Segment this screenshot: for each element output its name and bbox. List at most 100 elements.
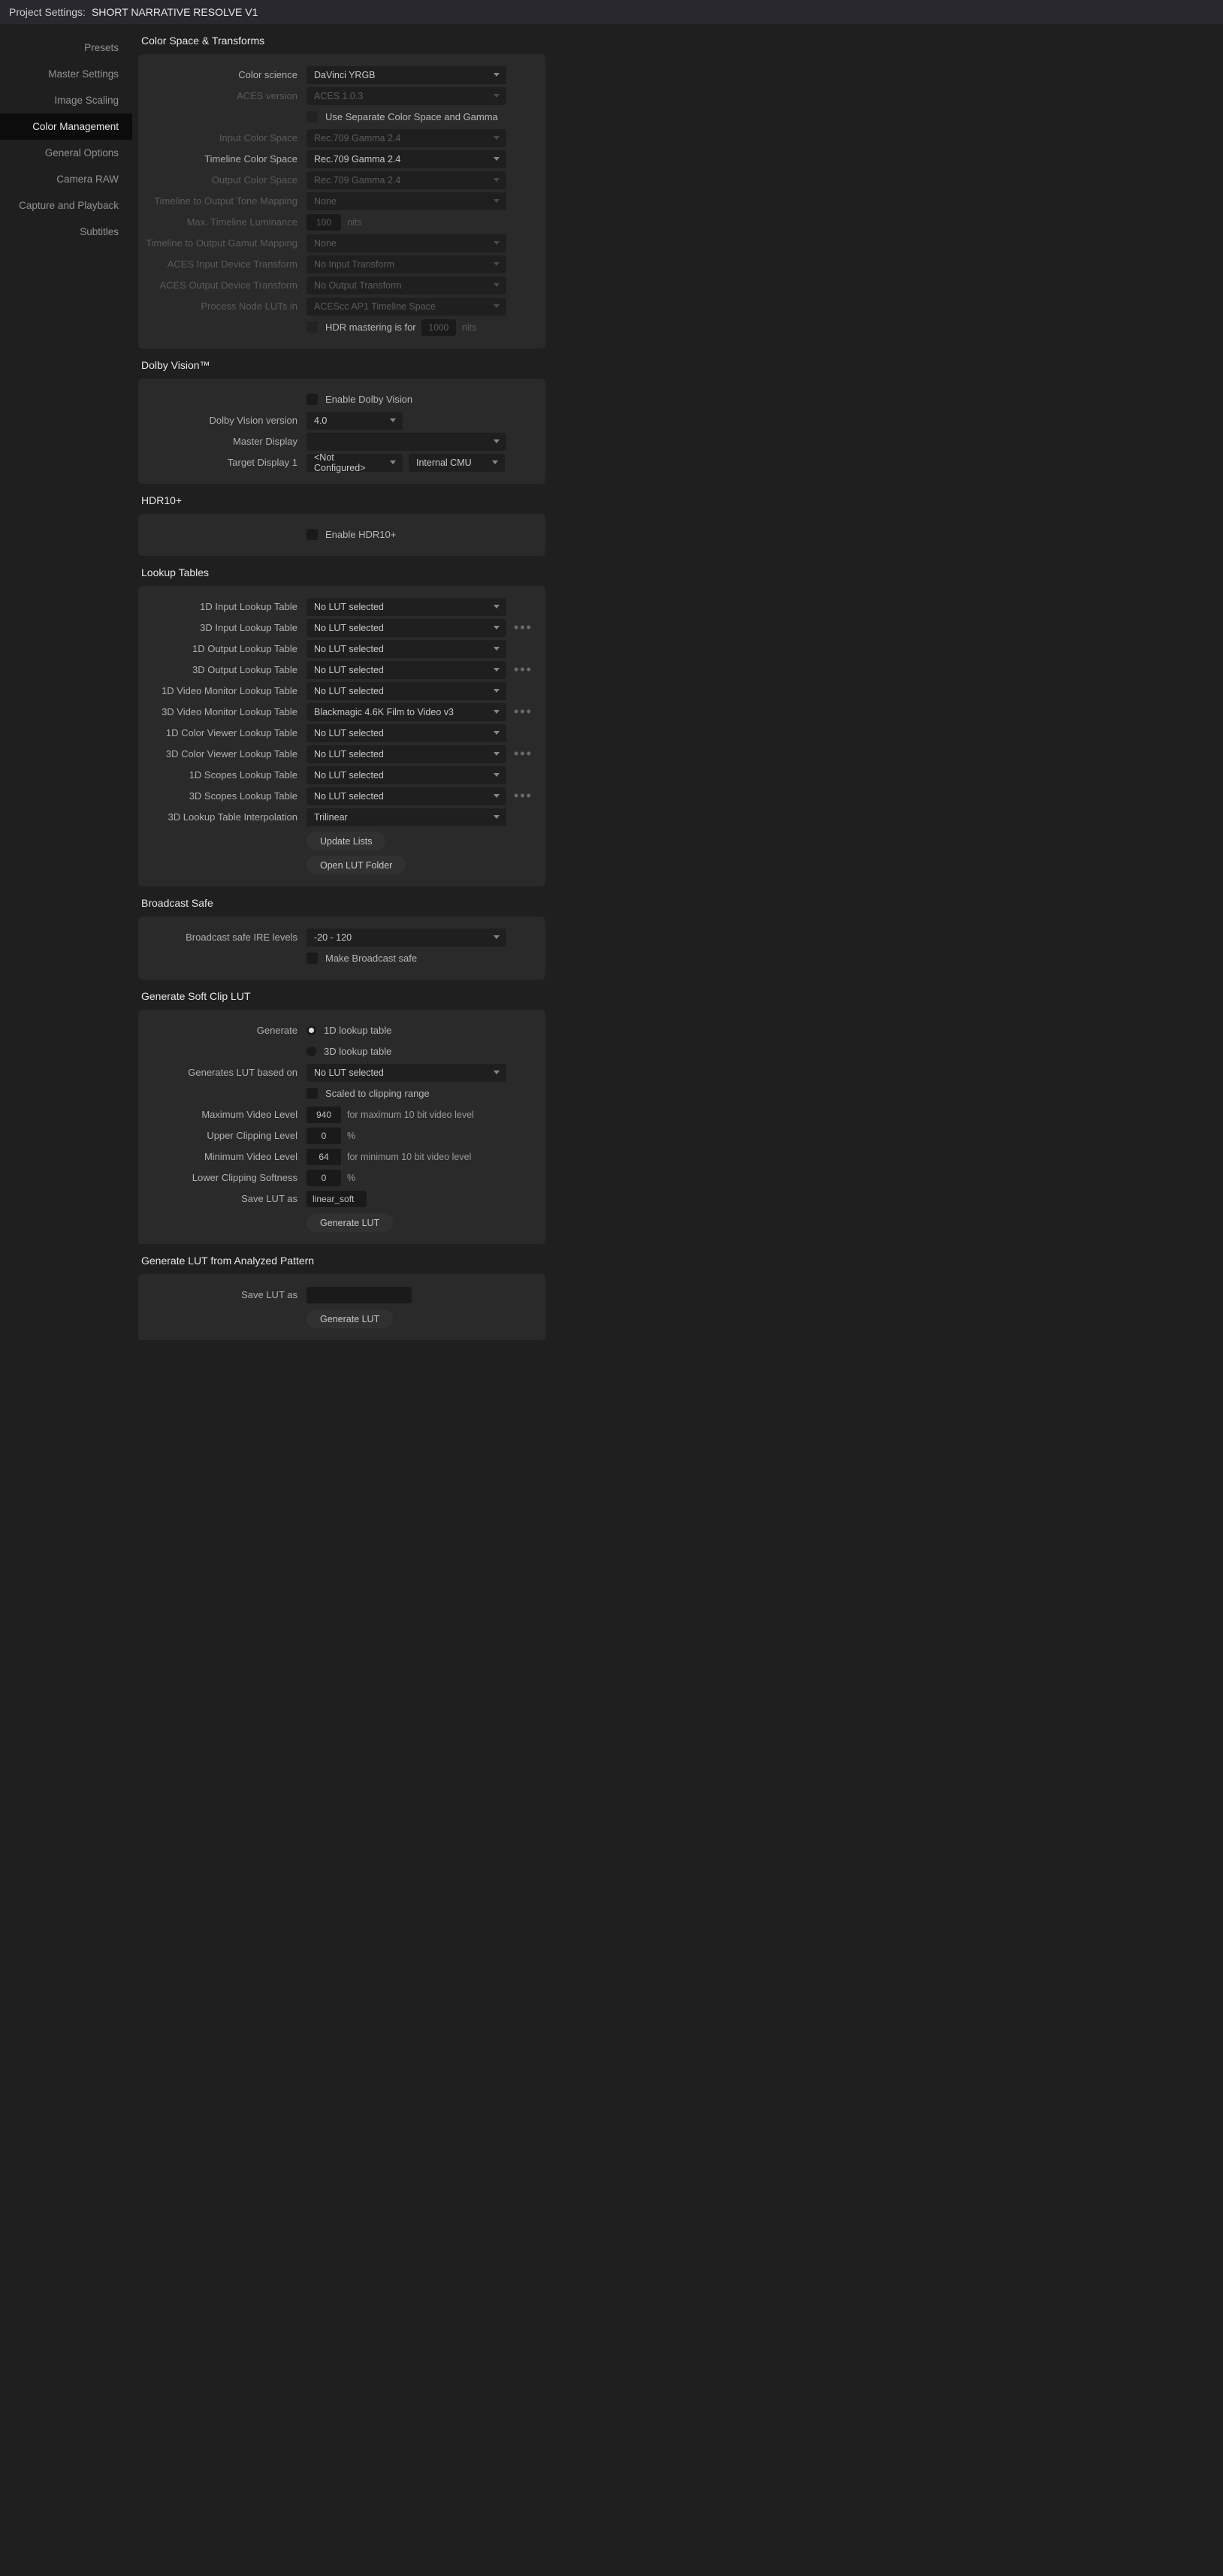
section-title-luts: Lookup Tables [138,556,545,586]
sidebar-item-camera-raw[interactable]: Camera RAW [0,166,132,192]
lut-dropdown[interactable]: No LUT selected [307,724,506,742]
open-lut-folder-button[interactable]: Open LUT Folder [307,856,406,874]
radio-3d[interactable] [307,1046,316,1056]
section-title-pattern: Generate LUT from Analyzed Pattern [138,1244,545,1274]
title-prefix: Project Settings: [9,6,86,18]
label: 1D Input Lookup Table [141,601,307,612]
output-cs-dropdown: Rec.709 Gamma 2.4 [307,171,506,189]
sidebar-item-master-settings[interactable]: Master Settings [0,61,132,87]
checkbox-label: Enable Dolby Vision [325,394,412,405]
more-icon[interactable]: ••• [514,746,533,762]
generate-lut-button[interactable]: Generate LUT [307,1213,393,1232]
lut-dropdown[interactable]: Blackmagic 4.6K Film to Video v3 [307,703,506,721]
save-lut-input[interactable]: linear_soft [307,1191,367,1207]
panel-softclip: Generate1D lookup table 3D lookup table … [138,1010,545,1244]
based-on-dropdown[interactable]: No LUT selected [307,1064,506,1082]
master-display-dropdown[interactable] [307,433,506,451]
panel-bsafe: Broadcast safe IRE levels-20 - 120 Make … [138,917,545,980]
generate-lut-pattern-button[interactable]: Generate LUT [307,1309,393,1328]
label: Timeline Color Space [141,153,307,165]
radio-1d[interactable] [307,1025,316,1035]
target-mode-dropdown[interactable]: Internal CMU [409,454,505,472]
label: 3D Video Monitor Lookup Table [141,706,307,717]
main: Color Space & Transforms Color scienceDa… [132,24,553,1363]
panel-luts: 1D Input Lookup TableNo LUT selected3D I… [138,586,545,886]
title-project: SHORT NARRATIVE RESOLVE V1 [92,6,258,18]
unit: nits [462,322,476,333]
process-luts-dropdown: ACEScc AP1 Timeline Space [307,297,506,316]
label: Process Node LUTs in [141,300,307,312]
label: Master Display [141,436,307,447]
use-separate-checkbox [307,111,318,122]
color-science-dropdown[interactable]: DaVinci YRGB [307,66,506,84]
sidebar: PresetsMaster SettingsImage ScalingColor… [0,24,132,1363]
checkbox-label: Enable HDR10+ [325,529,396,540]
sidebar-item-presets[interactable]: Presets [0,35,132,61]
lut-dropdown[interactable]: No LUT selected [307,766,506,784]
label: 1D Output Lookup Table [141,643,307,654]
checkbox-label: Use Separate Color Space and Gamma [325,111,498,122]
timeline-cs-dropdown[interactable]: Rec.709 Gamma 2.4 [307,150,506,168]
lut-dropdown[interactable]: No LUT selected [307,682,506,700]
section-title-dolby: Dolby Vision™ [138,349,545,379]
enable-hdr10-checkbox[interactable] [307,529,318,540]
sidebar-item-color-management[interactable]: Color Management [0,113,132,140]
tone-map-dropdown: None [307,192,506,210]
section-title-bsafe: Broadcast Safe [138,886,545,917]
titlebar: Project Settings: SHORT NARRATIVE RESOLV… [0,0,1223,24]
more-icon[interactable]: ••• [514,662,533,678]
label: 1D Scopes Lookup Table [141,769,307,781]
ire-dropdown[interactable]: -20 - 120 [307,929,506,947]
label: Input Color Space [141,132,307,143]
label: ACES Input Device Transform [141,258,307,270]
lut-dropdown[interactable]: No LUT selected [307,745,506,763]
label: 3D Lookup Table Interpolation [141,811,307,823]
target-display-dropdown[interactable]: <Not Configured> [307,454,403,472]
sidebar-item-general-options[interactable]: General Options [0,140,132,166]
more-icon[interactable]: ••• [514,704,533,720]
lower-input[interactable]: 0 [307,1170,341,1186]
sidebar-item-image-scaling[interactable]: Image Scaling [0,87,132,113]
lut-dropdown[interactable]: No LUT selected [307,661,506,679]
hdr-master-checkbox [307,322,318,333]
enable-dolby-checkbox[interactable] [307,394,318,405]
sidebar-item-capture-and-playback[interactable]: Capture and Playback [0,192,132,219]
checkbox-label: Scaled to clipping range [325,1088,430,1099]
label: Generates LUT based on [141,1067,307,1078]
label: 3D Color Viewer Lookup Table [141,748,307,760]
lut-dropdown[interactable]: No LUT selected [307,640,506,658]
interp-dropdown[interactable]: Trilinear [307,808,506,826]
input-cs-dropdown: Rec.709 Gamma 2.4 [307,129,506,147]
update-lists-button[interactable]: Update Lists [307,832,385,850]
more-icon[interactable]: ••• [514,788,533,804]
label: HDR mastering is for [325,322,416,333]
label: Generate [141,1025,307,1036]
section-title-softclip: Generate Soft Clip LUT [138,980,545,1010]
maxv-input[interactable]: 940 [307,1107,341,1123]
label: ACES version [141,90,307,101]
more-icon[interactable]: ••• [514,620,533,636]
label: Upper Clipping Level [141,1130,307,1141]
minv-input[interactable]: 64 [307,1149,341,1165]
checkbox-label: Make Broadcast safe [325,953,417,964]
label: 3D Input Lookup Table [141,622,307,633]
lut-dropdown[interactable]: No LUT selected [307,598,506,616]
sidebar-item-subtitles[interactable]: Subtitles [0,219,132,245]
panel-hdr10: Enable HDR10+ [138,514,545,556]
section-title-cst: Color Space & Transforms [138,24,545,54]
label: Minimum Video Level [141,1151,307,1162]
hint: for minimum 10 bit video level [347,1152,471,1162]
lut-dropdown[interactable]: No LUT selected [307,787,506,805]
dolby-version-dropdown[interactable]: 4.0 [307,412,403,430]
radio-label: 1D lookup table [324,1025,391,1036]
panel-cst: Color scienceDaVinci YRGB ACES version AC… [138,54,545,349]
unit: % [347,1173,355,1183]
label: Save LUT as [141,1193,307,1204]
label: Lower Clipping Softness [141,1172,307,1183]
scaled-checkbox[interactable] [307,1088,318,1099]
make-bsafe-checkbox[interactable] [307,953,318,964]
upper-input[interactable]: 0 [307,1128,341,1144]
lut-dropdown[interactable]: No LUT selected [307,619,506,637]
label: Color science [141,69,307,80]
pattern-save-input[interactable] [307,1287,412,1303]
